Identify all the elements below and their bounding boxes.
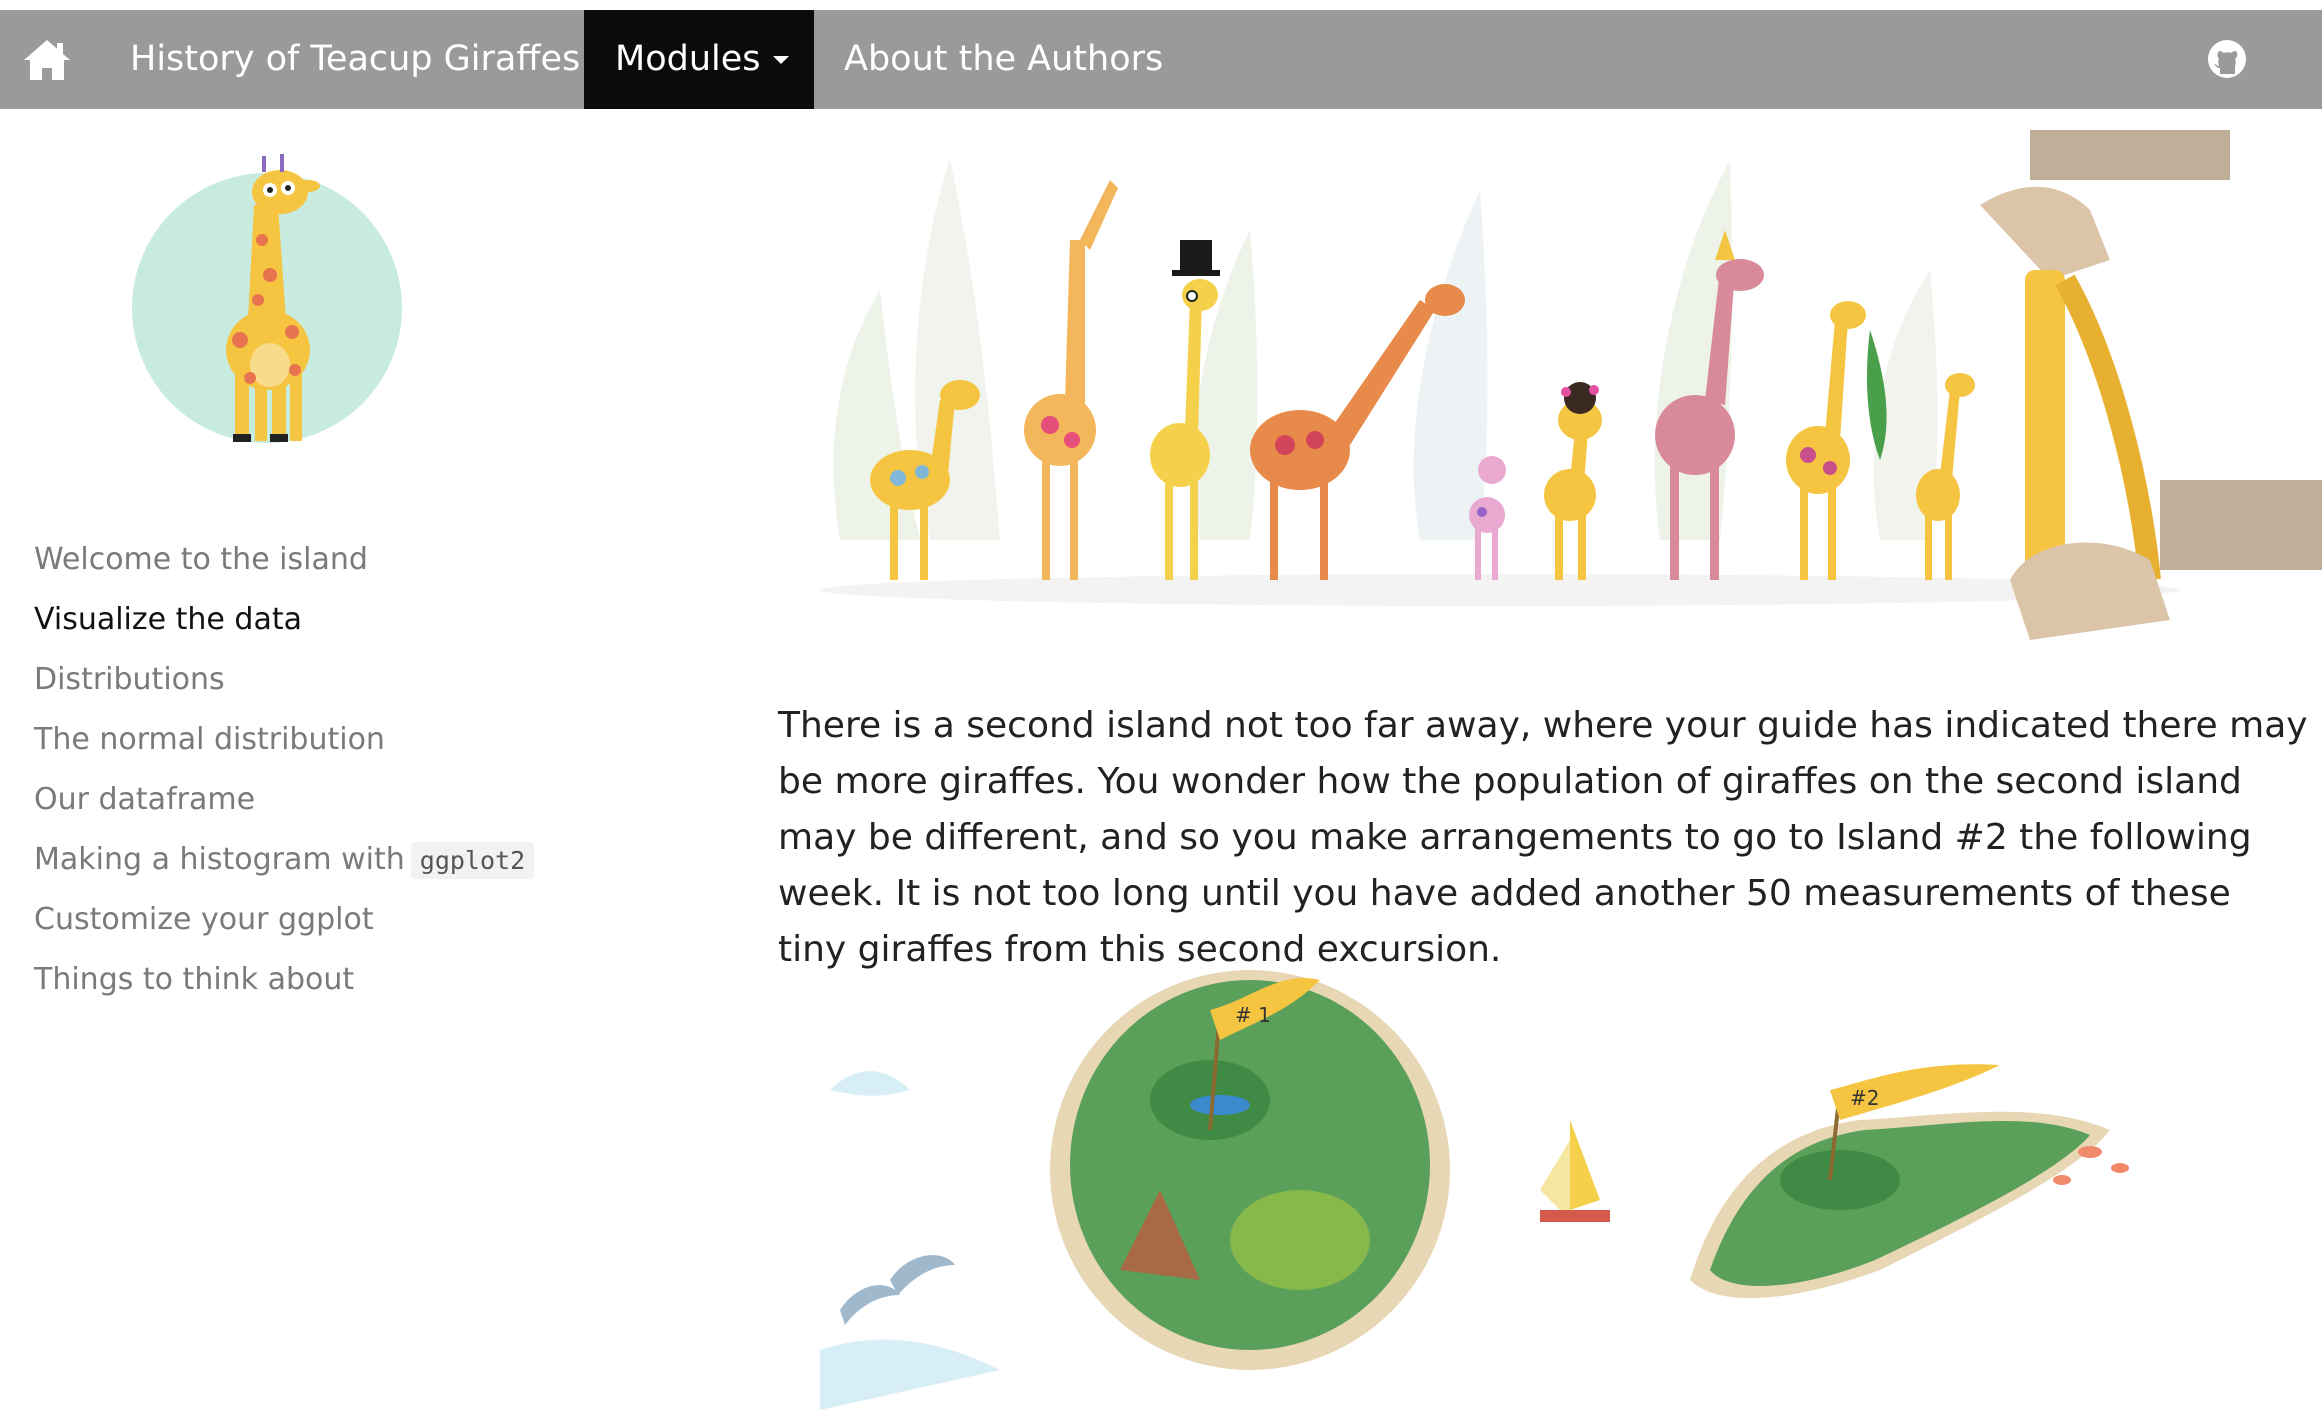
nav-modules-label: Modules	[615, 39, 761, 79]
toc-dataframe[interactable]: Our dataframe	[34, 770, 594, 830]
github-icon[interactable]	[2206, 38, 2248, 80]
top-strip	[0, 0, 2322, 10]
nav-modules-dropdown[interactable]: Modules	[584, 10, 814, 109]
toc-normal-distribution[interactable]: The normal distribution	[34, 710, 594, 770]
navbar: History of Teacup Giraffes Modules About…	[0, 10, 2322, 109]
table-of-contents: Welcome to the island Visualize the data…	[34, 530, 594, 1010]
giraffe-avatar	[132, 154, 402, 443]
toc-histogram-code: ggplot2	[410, 842, 535, 879]
giraffe-figure	[1544, 382, 1602, 580]
giraffe-figure	[1786, 301, 1887, 580]
intro-paragraph: There is a second island not too far awa…	[778, 705, 2308, 970]
island-2-flag-label: #2	[1850, 1086, 1879, 1110]
toc-visualize[interactable]: Visualize the data	[34, 590, 594, 650]
giraffe-figure	[1024, 180, 1118, 580]
island-2: #2	[1690, 1064, 2110, 1299]
toc-customize[interactable]: Customize your ggplot	[34, 890, 594, 950]
islands-illustration: # 1 #2	[820, 970, 2129, 1410]
chevron-down-icon	[772, 56, 789, 64]
measuring-tape-hands	[1980, 130, 2322, 640]
toc-histogram-label: Making a histogram with	[34, 842, 405, 877]
nav-history-link[interactable]: History of Teacup Giraffes	[130, 10, 580, 109]
toc-welcome[interactable]: Welcome to the island	[34, 530, 594, 590]
toc-histogram[interactable]: Making a histogram with ggplot2	[34, 830, 594, 890]
island-1-flag-label: # 1	[1235, 1003, 1271, 1027]
home-icon[interactable]	[22, 38, 72, 82]
sailboat	[1540, 1120, 1610, 1222]
nav-about-link[interactable]: About the Authors	[844, 10, 1163, 109]
toc-things-to-think[interactable]: Things to think about	[34, 950, 594, 1010]
giraffes-illustration	[820, 130, 2322, 640]
toc-distributions[interactable]: Distributions	[34, 650, 594, 710]
island-1: # 1	[1050, 970, 1450, 1370]
dolphins	[820, 1255, 1000, 1410]
